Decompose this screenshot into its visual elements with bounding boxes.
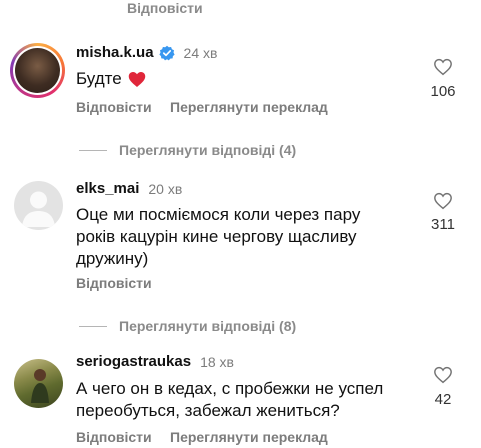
profile-photo	[31, 369, 49, 403]
view-replies-row[interactable]: Переглянути відповіді (4)	[79, 142, 296, 158]
comment-header: misha.k.ua 24 хв	[76, 44, 217, 61]
see-translation-button[interactable]: Переглянути переклад	[170, 429, 328, 445]
comment-header: seriogastraukas 18 хв	[76, 353, 234, 370]
avatar-default[interactable]	[14, 181, 63, 230]
reply-button[interactable]: Відповісти	[76, 99, 152, 115]
comment-line: переобуться, забежал жениться?	[76, 401, 340, 420]
comment-text: Будте	[76, 68, 146, 90]
profile-photo	[15, 48, 60, 93]
view-replies-button[interactable]: Переглянути відповіді (4)	[119, 142, 296, 158]
comment-header: elks_mai 20 хв	[76, 180, 182, 197]
like-count: 42	[434, 391, 452, 408]
username[interactable]: elks_mai	[76, 180, 139, 197]
see-translation-button[interactable]: Переглянути переклад	[170, 99, 328, 115]
comment-text: А чего он в кедах, с пробежки не успел п…	[76, 378, 421, 422]
like-heart-icon[interactable]	[433, 192, 453, 210]
avatar-misha[interactable]	[10, 43, 65, 98]
timestamp: 24 хв	[183, 44, 218, 61]
reply-button[interactable]: Відповісти	[76, 275, 152, 291]
like-count: 106	[430, 83, 456, 100]
comment-line: дружину)	[76, 249, 149, 268]
divider-line	[79, 149, 107, 151]
default-user-icon	[22, 191, 55, 227]
like-heart-icon[interactable]	[433, 58, 453, 76]
like-count: 311	[431, 216, 455, 233]
red-heart-emoji-icon	[128, 71, 145, 87]
like-heart-icon[interactable]	[433, 366, 453, 384]
view-replies-row[interactable]: Переглянути відповіді (8)	[79, 318, 296, 334]
username[interactable]: seriogastraukas	[76, 353, 191, 370]
timestamp: 20 хв	[148, 180, 183, 197]
username[interactable]: misha.k.ua	[76, 44, 154, 61]
comment-text: Оце ми посміємося коли через пару років …	[76, 204, 416, 270]
reply-link[interactable]: Відповісти	[127, 0, 203, 16]
verified-badge-icon	[158, 45, 175, 60]
divider-line	[79, 325, 107, 327]
comment-line: Оце ми посміємося коли через пару	[76, 205, 361, 224]
comment-line: років кацурін кине чергову щасливу	[76, 227, 357, 246]
reply-button[interactable]: Відповісти	[76, 429, 152, 445]
comment-line: А чего он в кедах, с пробежки не успел	[76, 379, 384, 398]
view-replies-button[interactable]: Переглянути відповіді (8)	[119, 318, 296, 334]
avatar-seriogastraukas[interactable]	[14, 359, 63, 408]
timestamp: 18 хв	[200, 353, 234, 370]
comment-body: Будте	[76, 69, 122, 88]
